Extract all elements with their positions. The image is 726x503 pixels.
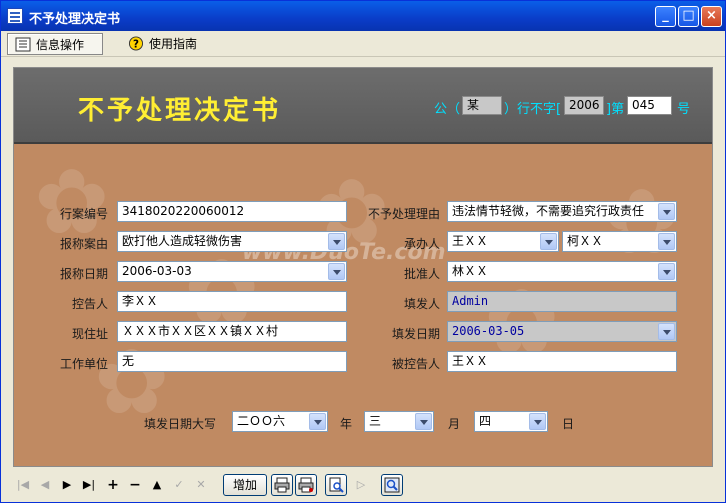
address-label: 现住址 [71, 327, 108, 341]
chevron-down-icon[interactable] [658, 233, 675, 250]
day-upper-select[interactable]: 四 [474, 411, 548, 432]
help-icon: ? [128, 36, 144, 51]
docno-suffix: 号 [677, 102, 691, 117]
accuser-label: 控告人 [71, 297, 108, 311]
day-upper-value: 四 [479, 414, 492, 428]
header-band: 不予处理决定书 公（ 某 ）行不字[ 2006 ]第 045 号 [14, 68, 712, 144]
case-no-label: 行案编号 [59, 207, 108, 221]
handler1-select[interactable]: 王ＸＸ [447, 231, 559, 252]
year-upper-select[interactable]: 二ＯＯ六 [232, 411, 328, 432]
play-icon[interactable]: ▷ [351, 475, 371, 495]
accused-input[interactable]: 王ＸＸ [447, 351, 677, 372]
search-button[interactable] [381, 474, 403, 496]
docno-mid2: ]第 [606, 102, 625, 117]
issue-date-value: 2006-03-05 [452, 324, 525, 338]
month-upper-value: 三 [369, 414, 382, 428]
insert-record-icon[interactable]: + [103, 475, 123, 495]
document-title: 不予处理决定书 [78, 96, 282, 126]
app-window: 不予处理决定书 _ □ × 信息操作 ? 使用指南 ✿ ✿ ✿ ✿ ✿ ✿ 不予… [0, 0, 726, 503]
add-button[interactable]: 增加 [223, 474, 267, 496]
month-upper-select[interactable]: 三 [364, 411, 434, 432]
form-panel: ✿ ✿ ✿ ✿ ✿ ✿ 不予处理决定书 公（ 某 ）行不字[ 2006 ]第 0… [13, 67, 713, 467]
issuer-label: 填发人 [403, 297, 440, 311]
minimize-button[interactable]: _ [655, 6, 676, 27]
reason-label: 不予处理理由 [367, 207, 440, 221]
printer-icon [298, 477, 314, 493]
case-no-input[interactable]: 3418020220060012 [117, 201, 347, 222]
print-button[interactable] [271, 474, 293, 496]
first-record-icon[interactable]: |◀ [13, 475, 33, 495]
reason-value: 违法情节轻微，不需要追究行政责任 [452, 204, 645, 218]
printer-icon [274, 477, 290, 493]
edit-record-icon[interactable]: ▲ [147, 475, 167, 495]
year-upper-value: 二ＯＯ六 [237, 414, 286, 428]
print-settings-button[interactable] [295, 474, 317, 496]
chevron-down-icon[interactable] [658, 203, 675, 220]
maximize-button[interactable]: □ [678, 6, 699, 27]
agency-field[interactable]: 某 [462, 96, 502, 115]
chevron-down-icon[interactable] [540, 233, 557, 250]
chevron-down-icon[interactable] [529, 413, 546, 430]
case-cause-select[interactable]: 欧打他人造成轻微伤害 [117, 231, 347, 252]
accused-label: 被控告人 [391, 357, 440, 371]
tab-user-guide[interactable]: ? 使用指南 [121, 33, 217, 55]
year-field[interactable]: 2006 [564, 96, 604, 115]
case-cause-value: 欧打他人造成轻微伤害 [122, 234, 243, 248]
post-record-icon[interactable]: ✓ [169, 475, 189, 495]
date-upper-label: 填发日期大写 [143, 417, 216, 431]
reason-select[interactable]: 违法情节轻微，不需要追究行政责任 [447, 201, 677, 222]
handler-label: 承办人 [403, 237, 440, 251]
handler2-value: 柯ＸＸ [567, 234, 604, 248]
app-icon [7, 8, 23, 24]
report-date-value: 2006-03-03 [122, 264, 192, 278]
month-unit: 月 [447, 417, 460, 431]
next-record-icon[interactable]: ▶ [57, 475, 77, 495]
number-field[interactable]: 045 [627, 96, 672, 115]
chevron-down-icon[interactable] [415, 413, 432, 430]
approver-select[interactable]: 林ＸＸ [447, 261, 677, 282]
chevron-down-icon[interactable] [658, 263, 675, 280]
handler2-select[interactable]: 柯ＸＸ [562, 231, 677, 252]
address-input[interactable]: ＸＸＸ市ＸＸ区ＸＸ镇ＸＸ村 [117, 321, 347, 342]
workplace-input[interactable]: 无 [117, 351, 347, 372]
tab-info-operation-label: 信息操作 [36, 38, 85, 52]
svg-text:?: ? [133, 38, 139, 50]
print-preview-icon [329, 477, 344, 493]
issuer-field: Admin [447, 291, 677, 312]
tab-user-guide-label: 使用指南 [149, 37, 198, 51]
year-unit: 年 [339, 417, 352, 431]
handler1-value: 王ＸＸ [452, 234, 489, 248]
workplace-label: 工作单位 [59, 357, 108, 371]
issue-date-label: 填发日期 [391, 327, 440, 341]
list-icon [15, 37, 31, 52]
approver-label: 批准人 [403, 267, 440, 281]
cancel-record-icon[interactable]: ✕ [191, 475, 211, 495]
chevron-down-icon[interactable] [658, 323, 675, 340]
title-bar: 不予处理决定书 _ □ × [1, 1, 725, 31]
window-title: 不予处理决定书 [29, 12, 121, 27]
delete-record-icon[interactable]: − [125, 475, 145, 495]
maple-leaf-icon: ✿ [604, 170, 680, 275]
preview-button[interactable] [325, 474, 347, 496]
docno-prefix: 公（ [434, 102, 461, 117]
accuser-input[interactable]: 李ＸＸ [117, 291, 347, 312]
record-navigation-bar: |◀ ◀ ▶ ▶| + − ▲ ✓ ✕ 增加 ▷ [13, 473, 713, 497]
report-date-picker[interactable]: 2006-03-03 [117, 261, 347, 282]
day-unit: 日 [561, 417, 574, 431]
case-cause-label: 报称案由 [59, 237, 108, 251]
close-button[interactable]: × [701, 6, 722, 27]
report-date-label: 报称日期 [59, 267, 108, 281]
docno-mid: ）行不字[ [504, 102, 562, 117]
chevron-down-icon[interactable] [309, 413, 326, 430]
issue-date-picker[interactable]: 2006-03-05 [447, 321, 677, 342]
chevron-down-icon[interactable] [328, 233, 345, 250]
prev-record-icon[interactable]: ◀ [35, 475, 55, 495]
search-icon [384, 477, 400, 493]
toolbar: 信息操作 ? 使用指南 [1, 31, 725, 57]
last-record-icon[interactable]: ▶| [79, 475, 99, 495]
approver-value: 林ＸＸ [452, 264, 489, 278]
chevron-down-icon[interactable] [328, 263, 345, 280]
tab-info-operation[interactable]: 信息操作 [7, 33, 103, 55]
